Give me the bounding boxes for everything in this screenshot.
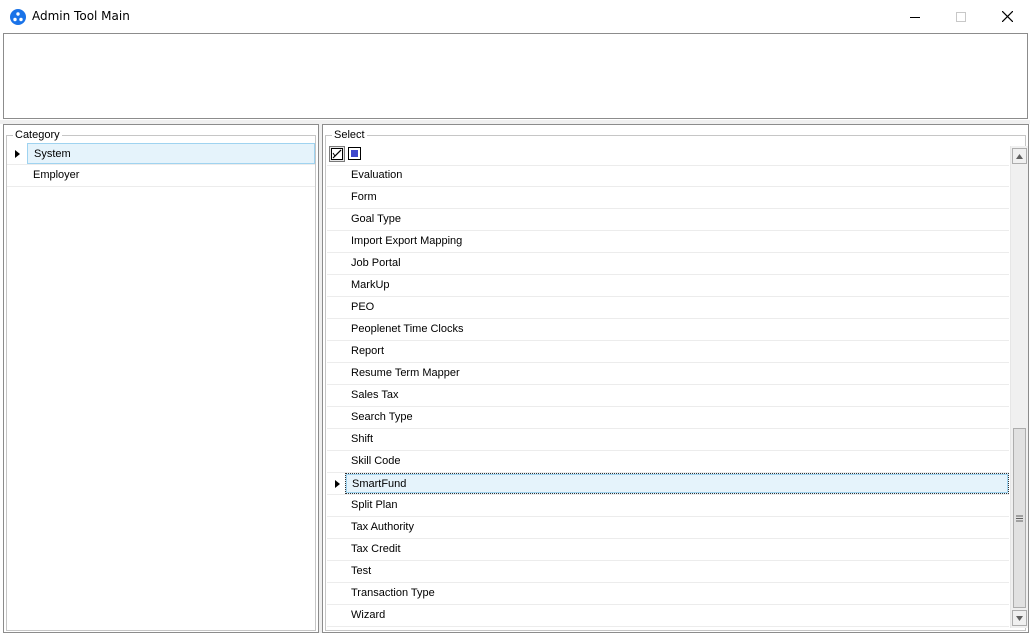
select-cell[interactable]: Skill Code xyxy=(345,451,1009,472)
select-cell[interactable]: Sales Tax xyxy=(345,385,1009,406)
select-row[interactable]: Tax Credit xyxy=(327,539,1009,561)
select-legend: Select xyxy=(332,129,367,141)
select-row[interactable]: Peoplenet Time Clocks xyxy=(327,319,1009,341)
select-row[interactable]: Test xyxy=(327,561,1009,583)
scroll-up-button[interactable] xyxy=(1012,148,1027,164)
maximize-icon xyxy=(956,11,966,22)
row-header[interactable] xyxy=(327,209,347,231)
select-cell[interactable]: Search Type xyxy=(345,407,1009,428)
select-cell[interactable]: Form xyxy=(345,187,1009,208)
select-cell[interactable]: Import Export Mapping xyxy=(345,231,1009,252)
row-header[interactable] xyxy=(327,583,347,605)
select-vertical-scrollbar[interactable] xyxy=(1010,146,1028,628)
select-cell[interactable]: Peoplenet Time Clocks xyxy=(345,319,1009,340)
category-legend: Category xyxy=(13,129,62,141)
row-header[interactable] xyxy=(327,385,347,407)
select-cell[interactable]: Split Plan xyxy=(345,495,1009,516)
row-header[interactable] xyxy=(7,165,27,187)
category-cell[interactable]: System xyxy=(27,143,315,164)
category-panel: Category System Employer xyxy=(3,124,319,633)
top-panel xyxy=(3,33,1028,119)
row-header[interactable] xyxy=(327,539,347,561)
select-cell[interactable]: Goal Type xyxy=(345,209,1009,230)
select-row[interactable]: Job Portal xyxy=(327,253,1009,275)
select-row[interactable]: SmartFund xyxy=(327,473,1009,495)
select-row[interactable]: Transaction Type xyxy=(327,583,1009,605)
close-button[interactable] xyxy=(984,0,1030,33)
select-row[interactable]: Report xyxy=(327,341,1009,363)
category-groupbox: Category System Employer xyxy=(6,129,316,631)
minimize-button[interactable] xyxy=(892,0,938,33)
select-cell[interactable]: Tax Credit xyxy=(345,539,1009,560)
maximize-button[interactable] xyxy=(938,0,984,33)
select-cell[interactable]: Wizard xyxy=(345,605,1009,626)
row-header[interactable] xyxy=(327,275,347,297)
row-header[interactable] xyxy=(327,187,347,209)
current-row-arrow-icon xyxy=(14,150,20,158)
select-row[interactable]: Tax Authority xyxy=(327,517,1009,539)
select-cell[interactable]: Job Portal xyxy=(345,253,1009,274)
select-row[interactable]: Wizard xyxy=(327,605,1009,627)
current-row-arrow-icon xyxy=(334,480,340,488)
scroll-down-icon xyxy=(1016,615,1023,621)
select-cell[interactable]: Tax Authority xyxy=(345,517,1009,538)
row-header[interactable] xyxy=(327,341,347,363)
minimize-icon xyxy=(910,16,920,18)
scroll-up-icon xyxy=(1016,153,1023,159)
row-header[interactable] xyxy=(327,297,347,319)
select-row[interactable]: Sales Tax xyxy=(327,385,1009,407)
scroll-thumb[interactable] xyxy=(1013,428,1026,608)
select-row[interactable]: Search Type xyxy=(327,407,1009,429)
row-header[interactable] xyxy=(327,517,347,539)
select-row[interactable]: Resume Term Mapper xyxy=(327,363,1009,385)
select-row[interactable]: Import Export Mapping xyxy=(327,231,1009,253)
row-header[interactable] xyxy=(327,319,347,341)
select-row[interactable]: PEO xyxy=(327,297,1009,319)
scroll-down-button[interactable] xyxy=(1012,610,1027,626)
row-header[interactable] xyxy=(327,495,347,517)
select-cell[interactable]: PEO xyxy=(345,297,1009,318)
row-header[interactable] xyxy=(327,253,347,275)
row-header[interactable] xyxy=(327,165,347,187)
category-row[interactable]: Employer xyxy=(7,165,315,187)
select-cell[interactable]: Transaction Type xyxy=(345,583,1009,604)
select-all-glyph-icon xyxy=(331,148,343,160)
title-bar[interactable]: Admin Tool Main xyxy=(0,0,1030,33)
select-cell[interactable]: Evaluation xyxy=(345,165,1009,186)
row-header[interactable] xyxy=(327,451,347,473)
deselect-glyph-icon xyxy=(348,147,361,160)
admin-tool-window: Admin Tool Main Category SystemEmployer xyxy=(0,0,1030,633)
select-cell[interactable]: Resume Term Mapper xyxy=(345,363,1009,384)
select-row[interactable]: Evaluation xyxy=(327,165,1009,187)
close-icon xyxy=(1001,11,1013,22)
row-header[interactable] xyxy=(327,363,347,385)
select-row[interactable]: Shift xyxy=(327,429,1009,451)
select-header-row xyxy=(327,143,1009,166)
select-row[interactable]: Form xyxy=(327,187,1009,209)
select-cell[interactable]: MarkUp xyxy=(345,275,1009,296)
row-header[interactable] xyxy=(327,473,347,495)
window-title: Admin Tool Main xyxy=(32,9,130,23)
row-header[interactable] xyxy=(327,429,347,451)
category-cell[interactable]: Employer xyxy=(27,165,315,186)
select-cell[interactable]: Report xyxy=(345,341,1009,362)
select-cell[interactable]: SmartFund xyxy=(345,473,1009,494)
select-cell[interactable]: Test xyxy=(345,561,1009,582)
select-row[interactable]: Goal Type xyxy=(327,209,1009,231)
row-header[interactable] xyxy=(327,407,347,429)
select-row[interactable]: Split Plan xyxy=(327,495,1009,517)
deselect-icon[interactable] xyxy=(348,147,362,161)
category-row[interactable]: System xyxy=(7,143,315,165)
select-row[interactable]: Skill Code xyxy=(327,451,1009,473)
grip-icon xyxy=(1016,515,1023,521)
row-header[interactable] xyxy=(7,143,27,165)
select-all-icon[interactable] xyxy=(329,146,345,162)
row-header[interactable] xyxy=(327,605,347,627)
select-row[interactable]: MarkUp xyxy=(327,275,1009,297)
select-cell[interactable]: Shift xyxy=(345,429,1009,450)
row-header[interactable] xyxy=(327,231,347,253)
row-header[interactable] xyxy=(327,561,347,583)
app-logo-icon xyxy=(10,9,26,25)
